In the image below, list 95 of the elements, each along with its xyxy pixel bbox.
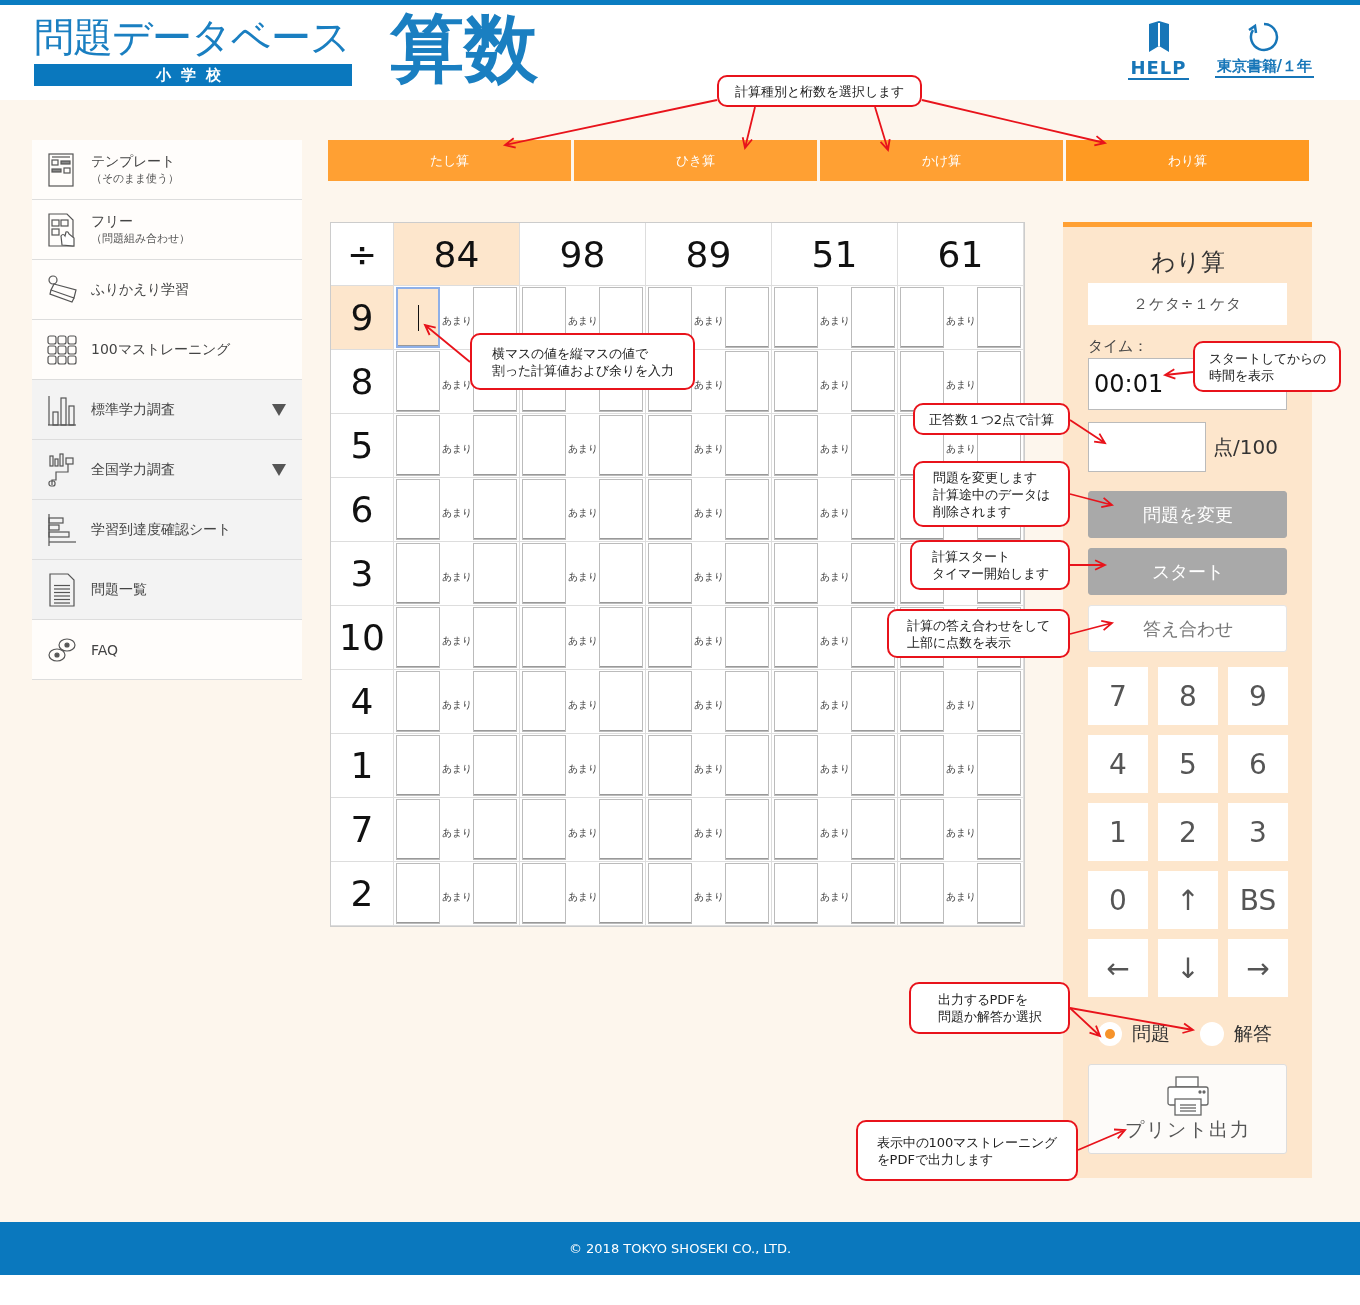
remainder-label: あまり: [441, 633, 472, 648]
remainder-label: あまり: [693, 441, 724, 456]
remainder-label: あまり: [693, 889, 724, 904]
row-header: 5: [331, 414, 394, 478]
callout-text: タイマー開始します: [931, 565, 1049, 582]
remainder-label: あまり: [819, 633, 850, 648]
remainder-label: あまり: [441, 377, 472, 392]
remainder-label: あまり: [441, 697, 472, 712]
row-header: 1: [331, 734, 394, 798]
remainder-label: あまり: [693, 377, 724, 392]
remainder-label: あまり: [441, 505, 472, 520]
remainder-label: あまり: [945, 761, 976, 776]
column-header: 89: [646, 223, 772, 286]
remainder-label: あまり: [441, 761, 472, 776]
callout-text: をPDFで出力します: [876, 1150, 993, 1168]
remainder-label: あまり: [567, 697, 598, 712]
panel-title: わり算: [1149, 247, 1226, 278]
callout-text: 計算の答え合わせをして: [907, 616, 1050, 634]
callout-text: 時間を表示: [1208, 366, 1274, 384]
callout-text: 正答数１つ2点で計算: [928, 410, 1055, 428]
remainder-label: あまり: [567, 889, 598, 904]
remainder-label: あまり: [567, 761, 598, 776]
callout-text: 割った計算値および余りを入力: [491, 361, 674, 379]
callout-text: 上部に点数を表示: [907, 633, 1011, 651]
remainder-label: あまり: [567, 569, 598, 584]
remainder-label: あまり: [693, 569, 724, 584]
row-header: 3: [331, 542, 394, 606]
remainder-label: あまり: [819, 569, 850, 584]
sidebar-label: FAQ: [91, 641, 120, 658]
remainder-label: あまり: [441, 313, 472, 328]
score-unit: 点/100: [1213, 433, 1278, 461]
sidebar-label: 問題一覧: [91, 580, 148, 599]
row-header: 8: [331, 350, 394, 414]
copyright-text: © 2018 TOKYO SHOSEKI CO., LTD.: [568, 1241, 792, 1256]
sidebar-label: 標準学力調査: [91, 400, 176, 419]
callout-text: 出力するPDFを: [937, 991, 1028, 1008]
remainder-label: あまり: [441, 441, 472, 456]
row-header: 10: [331, 606, 394, 670]
callout-text: 削除されます: [933, 502, 1011, 520]
callout-text: 計算途中のデータは: [933, 485, 1050, 503]
row-header: 6: [331, 478, 394, 542]
callout-text: 横マスの値を縦マスの値で: [491, 344, 648, 362]
remainder-label: あまり: [945, 441, 976, 456]
remainder-label: あまり: [441, 889, 472, 904]
column-header: 98: [520, 223, 646, 286]
sidebar-label: フリー: [91, 213, 134, 231]
row-header: 7: [331, 798, 394, 862]
remainder-label: あまり: [693, 313, 724, 328]
remainder-label: あまり: [567, 505, 598, 520]
remainder-label: あまり: [693, 697, 724, 712]
remainder-label: あまり: [693, 505, 724, 520]
sidebar-label: 学習到達度確認シート: [91, 520, 232, 539]
sidebar-sublabel: （そのまま使う）: [91, 171, 180, 186]
logo-title: 問題データベース: [34, 13, 350, 62]
row-header: 4: [331, 670, 394, 734]
sidebar-label: 全国学力調査: [91, 460, 176, 479]
column-header: 51: [772, 223, 898, 286]
logo-subtitle: 小学校: [34, 64, 352, 86]
remainder-label: あまり: [819, 441, 850, 456]
sidebar-label: テンプレート: [91, 153, 176, 171]
remainder-label: あまり: [693, 633, 724, 648]
callout-text: 問題を変更します: [933, 468, 1037, 486]
column-header: 84: [394, 223, 520, 286]
callout-text: 問題か解答か選択: [937, 1008, 1042, 1025]
row-header: 9: [331, 286, 394, 350]
callout-text: 表示中の100マストレーニング: [876, 1133, 1058, 1151]
subject-title: 算数: [390, 5, 538, 91]
remainder-label: あまり: [819, 825, 850, 840]
remainder-label: あまり: [567, 633, 598, 648]
sidebar-label: 100マストレーニング: [91, 340, 231, 359]
remainder-label: あまり: [819, 313, 850, 328]
remainder-label: あまり: [819, 761, 850, 776]
remainder-label: あまり: [567, 441, 598, 456]
time-label: タイム：: [1088, 337, 1149, 357]
remainder-label: あまり: [567, 313, 598, 328]
remainder-label: あまり: [945, 889, 976, 904]
remainder-label: あまり: [819, 889, 850, 904]
sidebar-sublabel: （問題組み合わせ）: [91, 231, 191, 246]
remainder-label: あまり: [693, 825, 724, 840]
callout-text: 計算スタート: [931, 548, 1010, 565]
remainder-label: あまり: [819, 697, 850, 712]
callout-text: 計算種別と桁数を選択します: [735, 82, 904, 100]
remainder-label: あまり: [441, 569, 472, 584]
sidebar-label: ふりかえり学習: [91, 280, 190, 299]
remainder-label: あまり: [693, 761, 724, 776]
remainder-label: あまり: [945, 313, 976, 328]
remainder-label: あまり: [819, 377, 850, 392]
column-header: 61: [898, 223, 1024, 286]
row-header: 2: [331, 862, 394, 926]
remainder-label: あまり: [441, 825, 472, 840]
remainder-label: あまり: [945, 697, 976, 712]
remainder-label: あまり: [567, 825, 598, 840]
remainder-label: あまり: [945, 825, 976, 840]
remainder-label: あまり: [945, 377, 976, 392]
remainder-label: あまり: [819, 505, 850, 520]
